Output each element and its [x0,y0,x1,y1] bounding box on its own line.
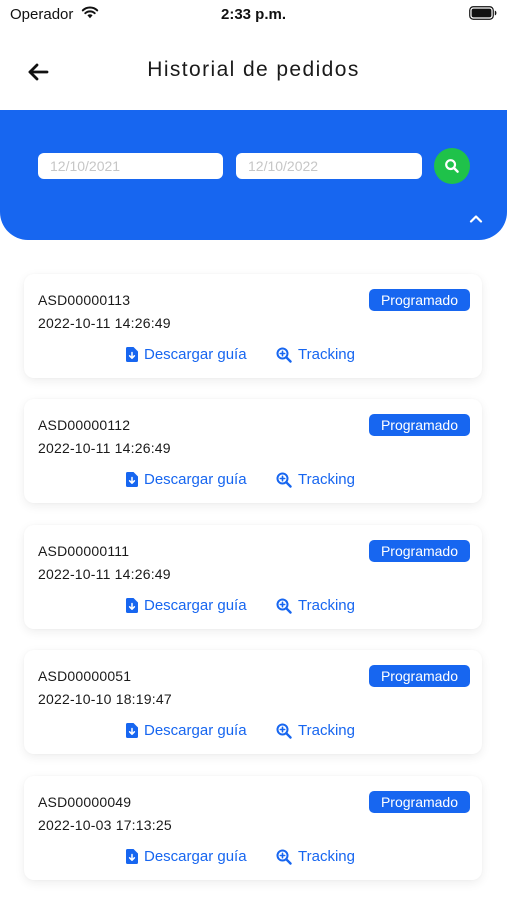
order-datetime: 2022-10-10 18:19:47 [38,691,172,707]
search-button[interactable] [434,148,470,184]
status-badge: Programado [368,540,470,562]
page-title: Historial de pedidos [147,58,360,81]
download-guide-link[interactable]: Descargar guía [126,597,247,614]
search-icon [445,159,459,173]
tracking-label: Tracking [298,471,355,488]
download-guide-label: Descargar guía [144,848,247,865]
order-datetime: 2022-10-11 14:26:49 [38,566,171,582]
date-from-input[interactable] [38,153,223,179]
order-card: ASD00000113 2022-10-11 14:26:49 Programa… [24,274,482,378]
order-card: ASD00000111 2022-10-11 14:26:49 Programa… [24,525,482,629]
date-filter-panel [0,110,507,240]
tracking-link[interactable]: Tracking [276,722,355,739]
tracking-label: Tracking [298,597,355,614]
status-badge: Programado [368,289,470,311]
order-id: ASD00000051 [38,668,132,684]
status-badge: Programado [368,791,470,813]
tracking-link[interactable]: Tracking [276,346,355,363]
zoom-search-icon [276,598,292,614]
download-guide-link[interactable]: Descargar guía [126,848,247,865]
download-guide-link[interactable]: Descargar guía [126,346,247,363]
clock: 2:33 p.m. [220,6,287,23]
app-header: Historial de pedidos [0,44,507,100]
order-datetime: 2022-10-03 17:13:25 [38,817,172,833]
tracking-link[interactable]: Tracking [276,471,355,488]
order-card: ASD00000051 2022-10-10 18:19:47 Programa… [24,650,482,754]
status-badge: Programado [368,414,470,436]
zoom-search-icon [276,472,292,488]
order-id: ASD00000112 [38,417,131,433]
zoom-search-icon [276,849,292,865]
order-datetime: 2022-10-11 14:26:49 [38,315,171,331]
file-download-icon [126,347,138,362]
tracking-label: Tracking [298,722,355,739]
file-download-icon [126,723,138,738]
file-download-icon [126,598,138,613]
chevron-up-icon [469,214,483,223]
download-guide-label: Descargar guía [144,346,247,363]
tracking-link[interactable]: Tracking [276,597,355,614]
order-card: ASD00000049 2022-10-03 17:13:25 Programa… [24,776,482,880]
file-download-icon [126,472,138,487]
order-id: ASD00000113 [38,292,131,308]
status-bar: Operador 2:33 p.m. [0,0,507,28]
date-to-input[interactable] [236,153,422,179]
download-guide-link[interactable]: Descargar guía [126,722,247,739]
order-id: ASD00000111 [38,543,130,559]
order-card: ASD00000112 2022-10-11 14:26:49 Programa… [24,399,482,503]
tracking-link[interactable]: Tracking [276,848,355,865]
file-download-icon [126,849,138,864]
zoom-search-icon [276,347,292,363]
order-datetime: 2022-10-11 14:26:49 [38,440,171,456]
tracking-label: Tracking [298,848,355,865]
download-guide-link[interactable]: Descargar guía [126,471,247,488]
status-badge: Programado [368,665,470,687]
order-id: ASD00000049 [38,794,132,810]
battery-icon [469,6,497,20]
zoom-search-icon [276,723,292,739]
download-guide-label: Descargar guía [144,722,247,739]
tracking-label: Tracking [298,346,355,363]
download-guide-label: Descargar guía [144,597,247,614]
collapse-filters-button[interactable] [466,210,486,226]
download-guide-label: Descargar guía [144,471,247,488]
